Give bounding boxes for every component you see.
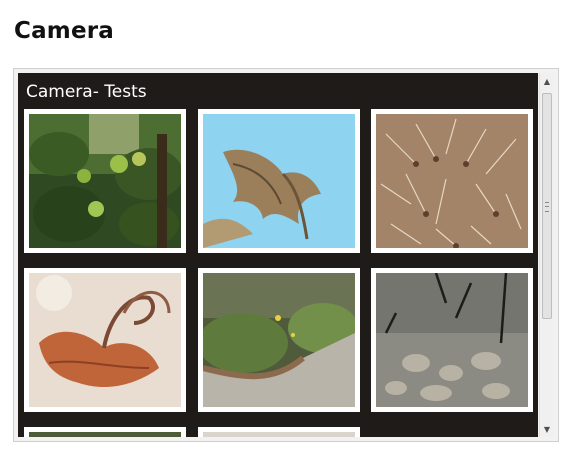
gallery-title: Camera- Tests [26, 82, 147, 102]
vertical-scrollbar[interactable]: ▲ ▼ [539, 73, 554, 437]
curled-dry-leaf-photo [29, 273, 181, 407]
photo-thumbnail-7[interactable] [24, 427, 186, 437]
gallery-frame: Camera- Tests ▲ ▼ [13, 68, 559, 442]
photo-thumbnail-leaf[interactable] [24, 268, 186, 412]
photo-thumbnail-seeds[interactable] [371, 109, 533, 253]
apple-tree-photo [29, 114, 181, 248]
page-title: Camera [14, 18, 115, 44]
gallery-viewport[interactable]: Camera- Tests [18, 73, 538, 437]
pond-stones-photo [376, 273, 528, 407]
arrow-down-icon[interactable]: ▼ [540, 421, 554, 437]
feathery-seeds-photo [376, 114, 528, 248]
scrollbar-thumb[interactable] [542, 93, 552, 319]
photo-thumbnail-garden[interactable] [198, 268, 360, 412]
grip-icon [545, 202, 549, 212]
photo-thumbnail-8[interactable] [198, 427, 360, 437]
photo-thumbnail-pond[interactable] [371, 268, 533, 412]
arrow-up-icon[interactable]: ▲ [540, 73, 554, 89]
partial-photo-7 [29, 432, 181, 437]
photo-thumbnail-seedpod[interactable] [198, 109, 360, 253]
garden-path-photo [203, 273, 355, 407]
photo-thumbnail-apple-tree[interactable] [24, 109, 186, 253]
partial-photo-8 [203, 432, 355, 437]
dried-seedpod-sky-photo [203, 114, 355, 248]
